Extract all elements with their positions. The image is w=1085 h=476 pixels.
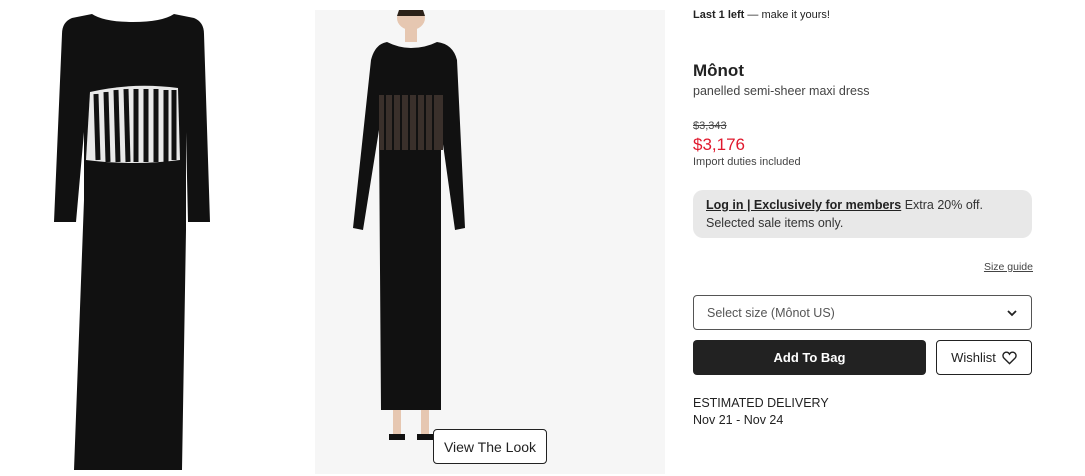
brand-name[interactable]: Mônot xyxy=(693,61,744,81)
size-guide-link[interactable]: Size guide xyxy=(984,261,1033,273)
promo-condition-text: Selected sale items only. xyxy=(706,216,844,230)
wishlist-label: Wishlist xyxy=(951,350,996,365)
product-gallery: View The Look xyxy=(0,0,680,476)
size-select-placeholder: Select size (Mônot US) xyxy=(707,305,835,320)
promo-offer-text: Extra 20% off. xyxy=(901,198,983,212)
product-name: panelled semi-sheer maxi dress xyxy=(693,84,870,98)
member-login-link[interactable]: Log in | Exclusively for members xyxy=(706,198,901,212)
estimated-delivery-dates: Nov 21 - Nov 24 xyxy=(693,413,784,427)
model-wearing-dress-image xyxy=(315,10,665,474)
product-details-panel: Last 1 left — make it yours! Mônot panel… xyxy=(693,0,1033,476)
dress-flat-image xyxy=(54,14,210,470)
size-select-dropdown[interactable]: Select size (Mônot US) xyxy=(693,295,1032,330)
product-image-front[interactable] xyxy=(0,0,262,476)
import-duties-note: Import duties included xyxy=(693,156,801,168)
stock-notice: Last 1 left — make it yours! xyxy=(693,9,830,21)
stock-rest: — make it yours! xyxy=(744,9,830,21)
original-price: $3,343 xyxy=(693,120,727,132)
wishlist-button[interactable]: Wishlist xyxy=(936,340,1032,375)
estimated-delivery-label: ESTIMATED DELIVERY xyxy=(693,396,829,410)
product-image-model[interactable] xyxy=(315,10,665,474)
member-promo-banner: Log in | Exclusively for members Extra 2… xyxy=(693,190,1032,238)
chevron-down-icon xyxy=(1007,309,1017,316)
view-the-look-button[interactable]: View The Look xyxy=(433,429,547,464)
heart-icon xyxy=(1002,351,1017,365)
add-to-bag-button[interactable]: Add To Bag xyxy=(693,340,926,375)
stock-emphasis: Last 1 left xyxy=(693,9,745,21)
sale-price: $3,176 xyxy=(693,135,745,154)
